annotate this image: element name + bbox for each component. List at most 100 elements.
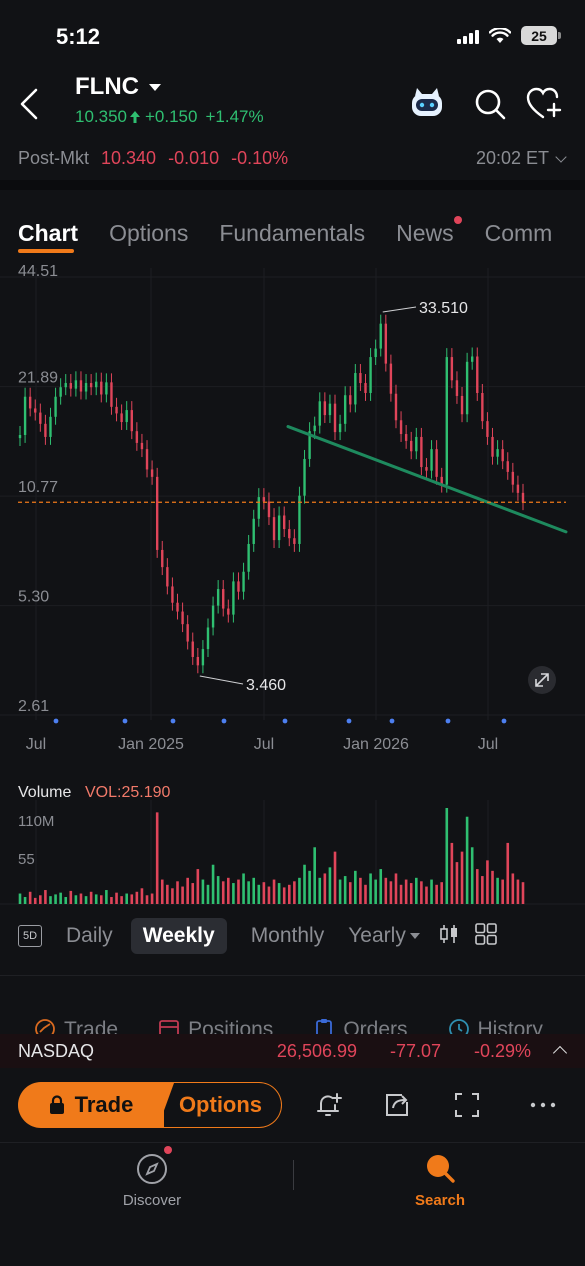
volume-axis-label: 110M	[18, 813, 54, 830]
event-dot	[501, 718, 507, 724]
caret-down-icon	[148, 83, 161, 91]
post-market-time-selector[interactable]: 20:02 ET	[475, 148, 567, 169]
volume-bar	[247, 881, 250, 904]
index-ticker-bar[interactable]: NASDAQ 26,506.99 -77.07 -0.29%	[0, 1034, 585, 1068]
period-daily[interactable]: Daily	[66, 924, 113, 948]
candle-body	[216, 589, 220, 606]
period-yearly[interactable]: Yearly	[348, 924, 420, 948]
y-axis-label: 10.77	[18, 479, 58, 496]
volume-bar	[506, 842, 510, 904]
volume-bar	[496, 877, 499, 904]
volume-bar	[110, 897, 113, 904]
volume-bar	[59, 892, 62, 904]
action-history[interactable]: History	[448, 1016, 543, 1036]
candle-body	[222, 589, 225, 609]
add-watchlist-button[interactable]	[525, 86, 562, 122]
options-button[interactable]: Options	[148, 1082, 282, 1128]
candle-body	[354, 373, 357, 405]
action-positions[interactable]: Positions	[158, 1016, 273, 1036]
volume-bar	[130, 894, 134, 904]
search-button[interactable]	[472, 86, 508, 122]
volume-bar	[445, 808, 449, 904]
volume-bar	[79, 893, 83, 904]
candle-body	[135, 431, 139, 443]
volume-bar	[120, 896, 123, 904]
candle-body	[191, 641, 194, 657]
wifi-icon	[489, 27, 511, 43]
back-button[interactable]	[14, 84, 44, 124]
period-yearly-label: Yearly	[348, 924, 406, 947]
volume-bar	[206, 884, 210, 904]
volume-bar	[491, 870, 494, 904]
event-dot	[170, 718, 176, 724]
bell-plus-icon	[317, 1093, 342, 1116]
volume-bar	[186, 877, 189, 904]
volume-bar	[155, 812, 159, 904]
price-chart[interactable]: 44.51 21.89 10.77 5.30 2.61 Jul Jan 2025 Jul Jan…	[0, 260, 585, 760]
tab-news[interactable]: News	[396, 216, 462, 247]
volume-bar	[242, 873, 245, 904]
x-axis-label: Jul	[478, 736, 498, 753]
chevron-left-icon	[20, 88, 38, 120]
candle-body	[44, 423, 47, 437]
volume-bar	[166, 884, 169, 904]
volume-chart[interactable]: Volume VOL:25.190 110M 55	[0, 778, 585, 910]
expand-chart-button[interactable]	[528, 666, 556, 694]
volume-bar	[181, 886, 184, 904]
volume-bar	[216, 876, 220, 904]
x-axis-label: Jul	[254, 736, 274, 753]
period-monthly[interactable]: Monthly	[251, 924, 325, 948]
candle-body	[374, 348, 377, 358]
price-change-pct: +1.47%	[205, 107, 264, 126]
action-trade[interactable]: Trade	[34, 1016, 118, 1036]
candle-body	[242, 571, 245, 592]
volume-bar	[282, 887, 286, 904]
candle-type-button[interactable]	[438, 923, 460, 950]
fullscreen-button[interactable]	[452, 1090, 482, 1120]
post-market-time: 20:02 ET	[475, 148, 549, 168]
index-name: NASDAQ	[18, 1040, 95, 1061]
options-button-label: Options	[178, 1092, 263, 1117]
assistant-bot-icon[interactable]	[408, 84, 446, 122]
volume-bar	[409, 883, 413, 904]
trade-button[interactable]: Trade	[18, 1082, 164, 1128]
volume-bar	[516, 879, 520, 904]
cellular-signal-icon	[457, 28, 479, 44]
ticker-selector[interactable]: FLNC	[75, 73, 161, 101]
volume-bar	[227, 877, 230, 904]
volume-bar	[176, 881, 179, 904]
five-day-button[interactable]: 5D	[18, 925, 42, 947]
tab-chart[interactable]: Chart	[18, 220, 78, 253]
tab-options[interactable]: Options	[109, 220, 188, 247]
action-row: Trade Positions Orders History	[34, 1016, 543, 1036]
chevron-up-icon[interactable]	[552, 1045, 568, 1061]
volume-bar	[328, 867, 332, 904]
event-dot	[445, 718, 451, 724]
candle-body	[491, 436, 494, 457]
candle-body	[323, 401, 327, 416]
detail-tabs: Chart Options Fundamentals News Comm	[18, 216, 553, 253]
high-annotation: 33.510	[419, 300, 468, 317]
price-alert-button[interactable]	[314, 1090, 344, 1120]
layout-grid-button[interactable]	[474, 922, 498, 951]
candle-body	[18, 434, 22, 439]
candle-body	[476, 356, 479, 394]
tab-comments[interactable]: Comm	[485, 220, 553, 247]
volume-bar	[354, 870, 357, 904]
more-button[interactable]	[528, 1090, 558, 1120]
period-weekly[interactable]: Weekly	[130, 918, 227, 954]
candle-body	[369, 357, 372, 394]
volume-bar	[404, 879, 408, 904]
volume-bar	[475, 869, 479, 904]
action-orders[interactable]: Orders	[313, 1016, 408, 1036]
candle-body	[79, 380, 83, 392]
nav-discover-label: Discover	[122, 1192, 182, 1209]
event-dot	[346, 718, 352, 724]
nav-search[interactable]: Search	[398, 1152, 482, 1209]
x-axis-label: Jul	[26, 736, 46, 753]
tab-fundamentals[interactable]: Fundamentals	[219, 220, 365, 247]
nav-discover[interactable]: Discover	[110, 1152, 194, 1209]
event-dot	[389, 718, 395, 724]
share-button[interactable]	[382, 1090, 412, 1120]
candle-body	[54, 396, 57, 417]
